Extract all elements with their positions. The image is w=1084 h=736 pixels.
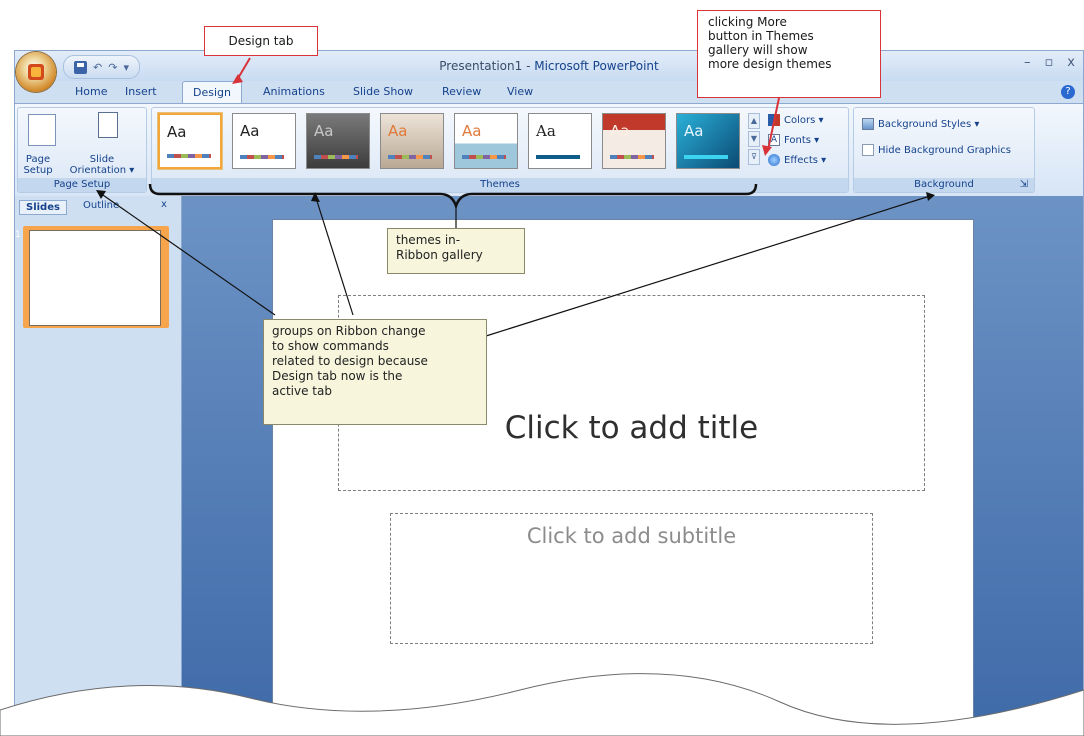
theme-thumbnail[interactable]: Aa — [676, 113, 740, 169]
background-group-label: Background ⇲ — [854, 178, 1034, 192]
restore-icon[interactable]: ▫ — [1044, 55, 1053, 70]
slide-orientation-button[interactable]: Slide Orientation ▾ — [62, 154, 142, 176]
ribbon-tabs: Home Insert Design Animations Slide Show… — [15, 81, 1083, 104]
dialog-launcher-icon[interactable]: ⇲ — [1020, 178, 1028, 192]
background-styles-button[interactable]: Background Styles ▾ — [862, 118, 979, 130]
page-setup-group: Page Setup Slide Orientation ▾ Page Setu… — [17, 107, 147, 193]
gallery-more-button[interactable]: ⊽ — [748, 149, 760, 165]
gallery-scroll-down-button[interactable]: ▼ — [748, 131, 760, 147]
window-title: Presentation1 - Microsoft PowerPoint — [15, 59, 1083, 73]
slide-thumbnail[interactable]: 1 — [15, 226, 169, 328]
ribbon: Page Setup Slide Orientation ▾ Page Setu… — [15, 103, 1083, 197]
document-name: Presentation1 - — [439, 59, 535, 73]
effects-button[interactable]: Effects ▾ — [768, 154, 826, 166]
effects-icon — [768, 154, 780, 166]
gallery-scroll-up-button[interactable]: ▲ — [748, 113, 760, 129]
colors-icon — [768, 114, 780, 126]
more-button-callout: clicking More button in Themes gallery w… — [697, 10, 881, 98]
tab-slide-show[interactable]: Slide Show — [353, 85, 413, 98]
torn-edge-decoration — [0, 673, 1084, 736]
help-icon[interactable]: ? — [1061, 85, 1075, 99]
theme-thumbnail[interactable]: Aa — [454, 113, 518, 169]
office-logo-icon — [28, 64, 44, 80]
tab-slides[interactable]: Slides — [19, 200, 67, 215]
page-setup-icon[interactable] — [28, 114, 56, 146]
tab-review[interactable]: Review — [442, 85, 481, 98]
app-name: Microsoft PowerPoint — [534, 59, 659, 73]
office-button[interactable] — [16, 52, 56, 92]
title-bar: ↶ ↷ ▾ Presentation1 - Microsoft PowerPoi… — [15, 51, 1083, 81]
slide-thumbnail-preview — [29, 230, 161, 326]
tab-design[interactable]: Design — [182, 81, 242, 104]
tab-insert[interactable]: Insert — [125, 85, 157, 98]
design-tab-callout: Design tab — [204, 26, 318, 56]
page-setup-button[interactable]: Page Setup — [20, 154, 56, 176]
ribbon-groups-note: groups on Ribbon change to show commands… — [263, 319, 487, 425]
close-icon[interactable]: x — [1067, 55, 1075, 70]
themes-group-label: Themes — [152, 178, 848, 192]
window-controls: – ▫ x — [1024, 55, 1075, 70]
theme-thumbnail[interactable]: Aa — [528, 113, 592, 169]
tab-view[interactable]: View — [507, 85, 533, 98]
theme-thumbnail[interactable]: Aa — [232, 113, 296, 169]
page-setup-group-label: Page Setup — [18, 178, 146, 192]
pane-close-icon[interactable]: x — [161, 199, 167, 210]
background-styles-icon — [862, 118, 874, 130]
subtitle-placeholder[interactable]: Click to add subtitle — [390, 513, 873, 644]
tab-animations[interactable]: Animations — [263, 85, 325, 98]
tab-outline[interactable]: Outline — [83, 200, 119, 211]
themes-group: Aa Aa Aa Aa Aa Aa Aa Aa ▲ ▼ ⊽ Colors ▾ A… — [151, 107, 849, 193]
theme-thumbnail[interactable]: Aa — [380, 113, 444, 169]
fonts-button[interactable]: A Fonts ▾ — [768, 134, 819, 146]
checkbox-icon — [862, 144, 874, 156]
theme-thumbnail[interactable]: Aa — [158, 113, 222, 169]
colors-button[interactable]: Colors ▾ — [768, 114, 824, 126]
slide-orientation-icon[interactable] — [98, 112, 118, 138]
slide-number: 1 — [15, 230, 21, 240]
theme-thumbnail[interactable]: Aa — [602, 113, 666, 169]
fonts-icon: A — [768, 134, 780, 146]
background-group: Background Styles ▾ Hide Background Grap… — [853, 107, 1035, 193]
themes-gallery-note: themes in- Ribbon gallery — [387, 228, 525, 274]
theme-thumbnail[interactable]: Aa — [306, 113, 370, 169]
tab-home[interactable]: Home — [75, 85, 107, 98]
hide-background-graphics-checkbox[interactable]: Hide Background Graphics — [862, 144, 1011, 156]
minimize-icon[interactable]: – — [1024, 55, 1031, 70]
